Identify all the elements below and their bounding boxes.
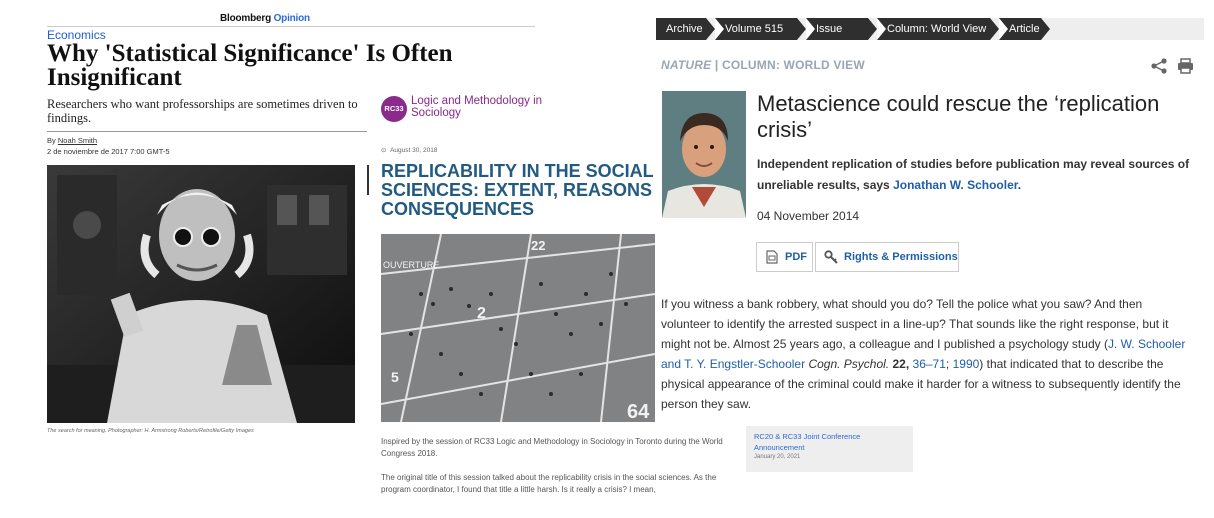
post-paragraph-1: Inspired by the session of RC33 Logic an… bbox=[381, 437, 723, 458]
author-photo bbox=[662, 91, 746, 218]
byline: By Noah Smith bbox=[47, 136, 97, 145]
pdf-label: PDF bbox=[785, 251, 807, 263]
breadcrumb-issue[interactable]: Issue 7525 bbox=[806, 18, 868, 57]
kicker-separator: | bbox=[714, 58, 719, 72]
grid-number-2: 2 bbox=[477, 305, 486, 322]
hero-photo bbox=[47, 165, 355, 423]
post-title-line-3: CONSEQUENCES bbox=[381, 199, 535, 219]
photo-caption: The search for meaning. Photographer: H.… bbox=[47, 428, 254, 434]
rights-permissions-button[interactable]: Rights & Permissions bbox=[815, 242, 959, 272]
pdf-button[interactable]: PDF bbox=[756, 242, 813, 272]
breadcrumb-chevron-icon bbox=[990, 18, 999, 40]
author-portrait-illustration bbox=[662, 91, 746, 218]
key-icon bbox=[824, 250, 838, 264]
byline-divider bbox=[47, 131, 367, 132]
breadcrumb-column[interactable]: Column: World View bbox=[877, 18, 990, 40]
article-date: 04 November 2014 bbox=[757, 209, 860, 223]
brand-suffix: Opinion bbox=[273, 13, 311, 24]
post-title-line-1: REPLICABILITY IN THE SOCIAL bbox=[381, 162, 654, 181]
pdf-document-icon bbox=[766, 250, 778, 264]
breadcrumb-volume[interactable]: Volume 515 bbox=[715, 18, 797, 40]
breadcrumb-separator bbox=[806, 18, 815, 40]
breadcrumb-separator bbox=[877, 18, 886, 40]
rights-label: Rights & Permissions bbox=[844, 251, 958, 263]
breadcrumb-chevron-icon bbox=[797, 18, 806, 40]
breadcrumb-separator bbox=[999, 18, 1008, 40]
article-dek: Researchers who want professorships are … bbox=[47, 97, 358, 125]
reference-year-link[interactable]: 1990 bbox=[953, 357, 980, 371]
grid-number-64: 64 bbox=[627, 401, 650, 422]
related-post-link[interactable]: RC20 & RC33 Joint Conference Announcemen… bbox=[754, 431, 904, 453]
crowd-on-numbered-grid-photo: 22 OUVERTURE 2 5 64 bbox=[381, 234, 655, 422]
related-post-date: January 20, 2021 bbox=[754, 454, 801, 460]
reference-pages-link[interactable]: 36–71 bbox=[913, 357, 946, 371]
brand-name: Bloomberg bbox=[220, 13, 271, 24]
reference-journal: Cogn. Psychol. bbox=[808, 357, 890, 371]
author-link[interactable]: Noah Smith bbox=[58, 136, 97, 145]
masthead-divider bbox=[47, 26, 535, 27]
article-headline: Why 'Statistical Significance' Is Often … bbox=[47, 40, 453, 91]
breadcrumb-archive[interactable]: Archive bbox=[656, 18, 706, 40]
crowd-grid-illustration: 22 OUVERTURE 2 5 64 bbox=[381, 234, 655, 422]
bloomberg-opinion-logo[interactable]: Bloomberg Opinion bbox=[220, 13, 310, 24]
post-date-text: August 30, 2018 bbox=[390, 147, 438, 154]
share-icon[interactable] bbox=[1150, 58, 1168, 74]
standfirst-end: . bbox=[1017, 178, 1022, 192]
cursor-bar bbox=[367, 165, 369, 195]
publish-date: 2 de noviembre de 2017 7:00 GMT-5 bbox=[47, 147, 170, 156]
reference-volume: 22, bbox=[892, 357, 910, 371]
article-body-paragraph: If you witness a bank robbery, what shou… bbox=[661, 294, 1191, 414]
print-icon[interactable] bbox=[1177, 58, 1194, 74]
scientist-photo-illustration bbox=[47, 165, 355, 423]
clock-icon: ⊙ bbox=[381, 147, 387, 154]
rc33-logo-badge[interactable]: RC33 bbox=[381, 96, 407, 122]
byline-prefix: By bbox=[47, 136, 56, 145]
grid-number-5: 5 bbox=[391, 369, 399, 385]
journal-name[interactable]: NATURE bbox=[661, 58, 711, 72]
post-title: REPLICABILITY IN THE SOCIAL SCIENCES: EX… bbox=[381, 162, 656, 222]
breadcrumb-separator bbox=[715, 18, 724, 40]
post-paragraph-2: The original title of this session talke… bbox=[381, 473, 717, 494]
rc33-logo-text[interactable]: Logic and Methodology in Sociology bbox=[411, 95, 561, 119]
breadcrumb-chevron-icon bbox=[706, 18, 715, 40]
column-name[interactable]: COLUMN: WORLD VIEW bbox=[722, 58, 865, 72]
body-text-1: If you witness a bank robbery, what shou… bbox=[661, 297, 1169, 351]
article-kicker: NATURE | COLUMN: WORLD VIEW bbox=[661, 58, 865, 72]
article-title: Metascience could rescue the ‘replicatio… bbox=[757, 91, 1160, 142]
article-standfirst: Independent replication of studies befor… bbox=[757, 154, 1197, 196]
reference-separator: ; bbox=[945, 357, 950, 371]
breadcrumb-chevron-icon bbox=[1041, 18, 1050, 40]
author-link[interactable]: Jonathan W. Schooler bbox=[893, 178, 1018, 192]
post-date: ⊙ August 30, 2018 bbox=[381, 146, 437, 154]
grid-word-ouverture: OUVERTURE bbox=[383, 260, 439, 270]
breadcrumb-chevron-icon bbox=[868, 18, 877, 40]
post-title-line-2: SCIENCES: EXTENT, REASONS A bbox=[381, 180, 656, 200]
grid-number-22: 22 bbox=[531, 238, 545, 253]
